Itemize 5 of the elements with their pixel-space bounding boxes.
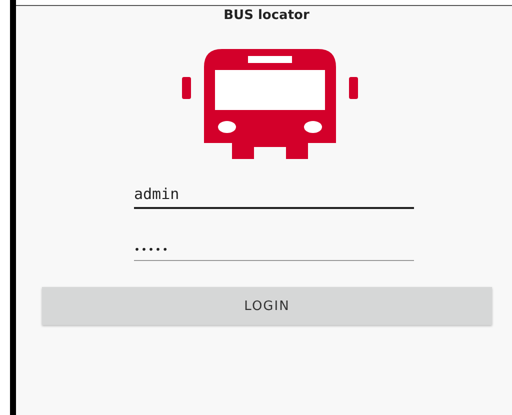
bus-icon (182, 47, 358, 159)
password-field[interactable]: ••••• (134, 243, 414, 261)
app-title: BUS locator (224, 8, 310, 23)
login-button[interactable]: LOGIN (42, 287, 492, 325)
username-field[interactable]: admin (134, 183, 414, 209)
